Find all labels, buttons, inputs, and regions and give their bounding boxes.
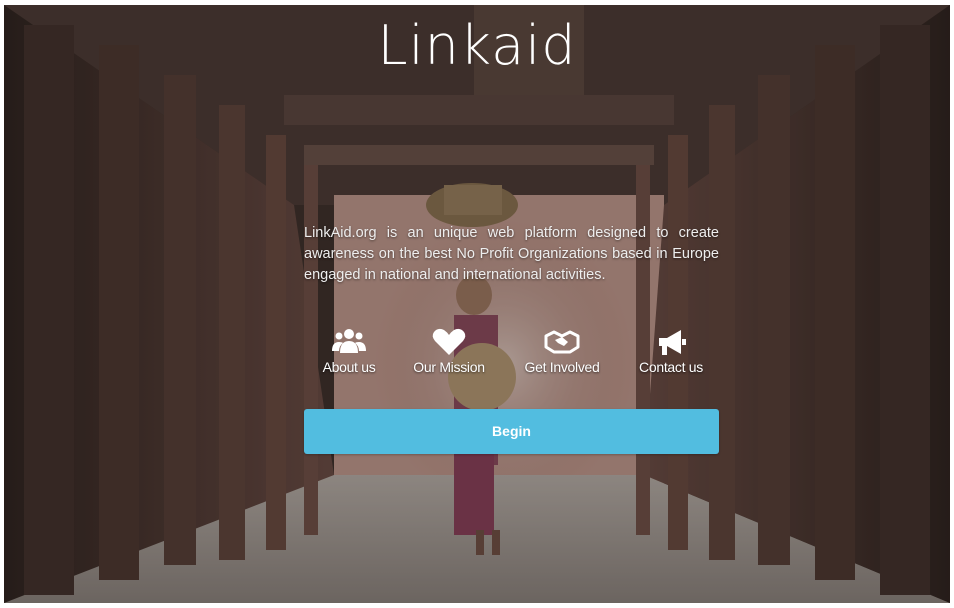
- begin-button[interactable]: Begin: [304, 409, 719, 454]
- nav-get-involved-label: Get Involved: [524, 359, 600, 375]
- nav-contact-us[interactable]: Contact us: [621, 327, 721, 375]
- handshake-icon: [544, 330, 580, 354]
- nav-get-involved[interactable]: Get Involved: [512, 327, 612, 375]
- nav-about-us[interactable]: About us: [299, 327, 399, 375]
- nav-contact-us-label: Contact us: [639, 359, 703, 375]
- users-icon: [332, 329, 366, 353]
- intro-text: LinkAid.org is an unique web platform de…: [304, 225, 719, 283]
- feature-nav: About us Our Mission Get Involved Contac…: [304, 327, 719, 387]
- heart-icon: [432, 328, 466, 355]
- site-logo[interactable]: Linkaid: [4, 19, 950, 73]
- nav-our-mission-label: Our Mission: [413, 359, 485, 375]
- megaphone-icon: [659, 330, 686, 355]
- nav-our-mission[interactable]: Our Mission: [399, 327, 499, 375]
- background-photo: [4, 5, 950, 603]
- hero-section: Linkaid LinkAid.org is an unique web pla…: [4, 5, 950, 603]
- nav-about-us-label: About us: [322, 359, 376, 375]
